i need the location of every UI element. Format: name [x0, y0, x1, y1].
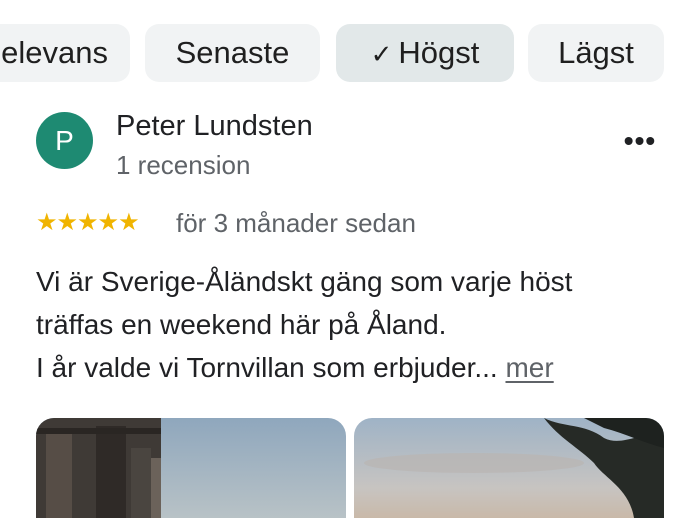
star-icon: ★	[56, 209, 78, 236]
photo-image	[36, 418, 346, 518]
review-time: för 3 månader sedan	[176, 208, 416, 238]
star-icon: ★	[77, 209, 98, 236]
author-review-count: 1 recension	[116, 150, 251, 180]
chip-label: Högst	[398, 35, 480, 70]
sort-filter-bar: elevans Senaste ✓ Högst Lägst	[0, 24, 700, 82]
avatar-initial: P	[55, 125, 74, 156]
star-rating: ★★★★★	[36, 206, 140, 240]
author-name[interactable]: Peter Lundsten	[116, 110, 313, 143]
review-text-line: I år valde vi Tornvillan som erbjuder...…	[36, 346, 676, 389]
review-text-line: Vi är Sverige-Åländskt gäng som varje hö…	[36, 266, 573, 297]
more-link[interactable]: mer	[505, 352, 553, 383]
review-photo-1[interactable]	[36, 418, 346, 518]
review-text: Vi är Sverige-Åländskt gäng som varje hö…	[36, 260, 676, 389]
star-icon: ★	[97, 209, 119, 236]
chip-label: Senaste	[175, 35, 290, 70]
chip-label: elevans	[1, 35, 108, 70]
review-text-fragment: I år valde vi Tornvillan som erbjuder...	[36, 352, 498, 383]
more-options-button[interactable]: •••	[620, 126, 660, 166]
avatar[interactable]: P	[36, 112, 93, 169]
check-icon: ✓	[370, 39, 393, 69]
review-photo-2[interactable]	[354, 418, 664, 518]
review-text-line: träffas en weekend här på Åland.	[36, 309, 447, 340]
star-icon: ★	[118, 209, 139, 236]
chip-relevans[interactable]: elevans	[0, 24, 130, 82]
star-icon: ★	[36, 209, 57, 236]
chip-senaste[interactable]: Senaste	[145, 24, 320, 82]
chip-label: Lägst	[558, 35, 634, 70]
photo-image	[354, 418, 664, 518]
chip-lagst[interactable]: Lägst	[528, 24, 664, 82]
chip-hogst[interactable]: ✓ Högst	[336, 24, 514, 82]
more-horizontal-icon: •••	[623, 125, 657, 156]
